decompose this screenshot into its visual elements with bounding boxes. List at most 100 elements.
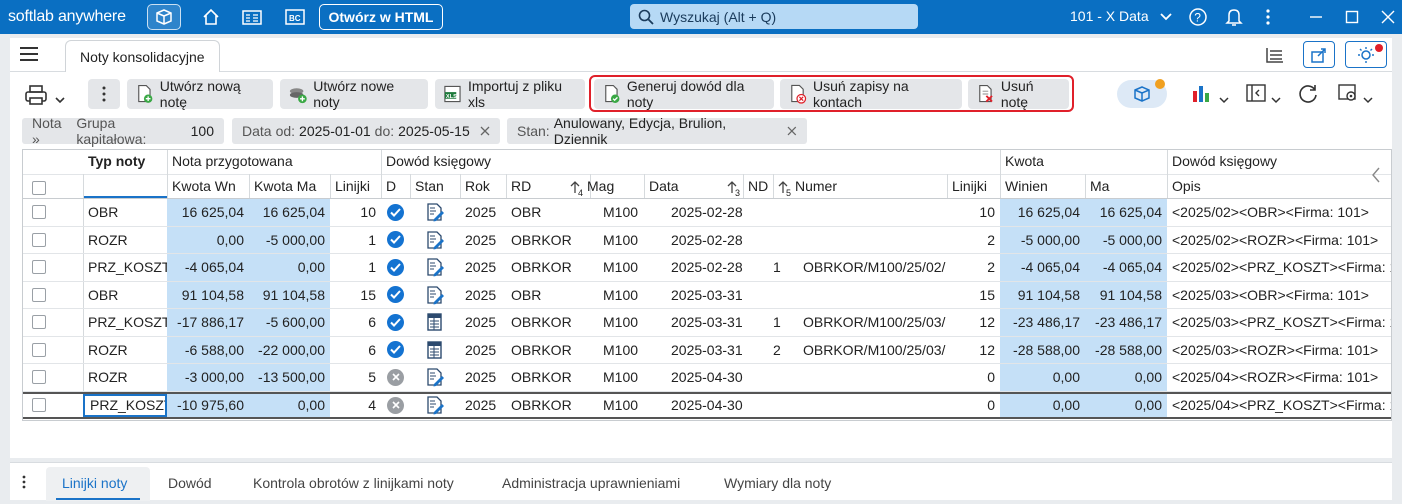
cell-winien[interactable]: -23 486,17 — [1000, 309, 1085, 336]
cell-numer[interactable] — [798, 227, 947, 254]
cell-typ-noty[interactable]: ROZR — [83, 337, 167, 364]
cell-rd[interactable]: OBRKOR — [506, 309, 590, 336]
column-numer[interactable]: Numer — [795, 178, 837, 194]
cell-rok[interactable]: 2025 — [460, 394, 506, 418]
remove-filter-icon[interactable] — [480, 126, 490, 136]
cell-numer[interactable]: OBRKOR/M100/25/03/ — [798, 309, 947, 336]
open-in-html-button[interactable]: Otwórz w HTML — [319, 4, 443, 30]
cell-linijki-2[interactable]: 15 — [947, 282, 1000, 309]
column-rd[interactable]: RD — [511, 178, 531, 194]
cube-view-icon[interactable] — [1117, 79, 1167, 108]
generate-proof-button[interactable]: Generuj dowód dla noty — [594, 78, 774, 110]
tab-dowod[interactable]: Dowód — [168, 475, 212, 491]
cell-typ-noty[interactable]: OBR — [83, 199, 167, 226]
cell-linijki-2[interactable]: 0 — [947, 394, 1000, 418]
cell-d[interactable] — [381, 227, 410, 254]
cell-kwota-ma[interactable]: -5 000,00 — [249, 226, 330, 253]
cell-numer[interactable]: OBRKOR/M100/25/03/ — [798, 337, 947, 364]
home-icon[interactable] — [197, 4, 225, 30]
select-all-checkbox[interactable] — [32, 181, 46, 195]
cell-rd[interactable]: OBRKOR — [506, 227, 590, 254]
tab-wymiary-dla-noty[interactable]: Wymiary dla noty — [724, 475, 831, 491]
cell-mag[interactable]: M100 — [598, 199, 652, 226]
cell-kwota-ma[interactable]: 91 104,58 — [249, 281, 330, 308]
cell-data[interactable]: 2025-02-28 — [666, 199, 743, 226]
delete-entries-button[interactable]: Usuń zapisy na kontach — [780, 78, 962, 110]
cell-stan[interactable] — [410, 309, 460, 336]
cell-stan[interactable] — [410, 364, 460, 391]
cell-mag[interactable]: M100 — [598, 254, 652, 281]
cube-icon[interactable] — [147, 4, 181, 30]
column-winien[interactable]: Winien — [1005, 178, 1048, 194]
remove-filter-icon[interactable] — [787, 126, 797, 136]
cell-numer[interactable] — [798, 199, 947, 226]
cell-typ-noty[interactable]: OBR — [83, 282, 167, 309]
minimize-icon[interactable] — [1302, 4, 1330, 30]
cell-opis[interactable]: <2025/04><ROZR><Firma: 101> — [1167, 364, 1391, 391]
cell-stan[interactable] — [410, 199, 460, 226]
list-view-icon[interactable] — [238, 4, 266, 30]
row-checkbox[interactable] — [32, 287, 46, 302]
more-vertical-icon[interactable] — [22, 475, 26, 492]
cell-nd[interactable]: 2 — [768, 337, 798, 364]
delete-note-button[interactable]: Usuń notę — [968, 78, 1069, 110]
cell-stan[interactable] — [410, 254, 460, 281]
cell-data[interactable]: 2025-04-30 — [666, 364, 743, 391]
row-checkbox[interactable] — [32, 232, 46, 247]
cell-winien[interactable]: 0,00 — [1000, 364, 1085, 391]
table-row[interactable]: ROZR -6 588,00 -22 000,00 6 2025 OBRKOR M100 20… — [23, 336, 1391, 364]
tab-administracja-uprawnieniami[interactable]: Administracja uprawnieniami — [502, 475, 680, 491]
cell-d[interactable] — [381, 254, 410, 281]
cell-typ-noty[interactable]: PRZ_KOSZT — [83, 309, 167, 336]
cell-typ-noty[interactable]: ROZR — [83, 364, 167, 391]
cell-rd[interactable]: OBRKOR — [506, 337, 590, 364]
settings-icon[interactable] — [1337, 82, 1359, 107]
row-select-cell[interactable] — [23, 337, 55, 364]
refresh-icon[interactable] — [1297, 82, 1319, 107]
column-opis[interactable]: Opis — [1172, 178, 1201, 194]
create-new-notes-button[interactable]: Utwórz nowe noty — [280, 78, 428, 110]
toolbar-more-button[interactable] — [88, 79, 120, 109]
column-linijki[interactable]: Linijki — [335, 178, 370, 194]
cell-nd[interactable] — [768, 364, 798, 391]
cell-rd[interactable]: OBRKOR — [506, 254, 590, 281]
row-checkbox[interactable] — [32, 315, 46, 330]
cell-mag[interactable]: M100 — [598, 227, 652, 254]
cell-winien[interactable]: -5 000,00 — [1000, 226, 1085, 253]
bell-icon[interactable] — [1220, 4, 1248, 30]
table-row[interactable]: PRZ_KOSZT -17 886,17 -5 600,00 6 2025 OBRKOR M… — [23, 309, 1391, 337]
row-select-cell[interactable] — [23, 199, 55, 226]
cell-ma[interactable]: -23 486,17 — [1085, 309, 1167, 336]
cell-opis[interactable]: <2025/02><ROZR><Firma: 101> — [1167, 227, 1391, 254]
cell-nd[interactable] — [768, 394, 798, 418]
row-checkbox[interactable] — [32, 342, 46, 357]
panel-toggle-icon[interactable] — [1245, 83, 1267, 106]
cell-opis[interactable]: <2025/03><PRZ_KOSZT><Firma: 1 — [1167, 309, 1391, 336]
cell-kwota-ma[interactable]: 0,00 — [249, 254, 330, 281]
row-select-cell[interactable] — [23, 309, 55, 336]
cell-mag[interactable]: M100 — [598, 394, 652, 418]
cell-stan[interactable] — [410, 227, 460, 254]
layout-list-icon[interactable] — [1265, 45, 1285, 68]
cell-mag[interactable]: M100 — [598, 364, 652, 391]
cell-winien[interactable]: 16 625,04 — [1000, 199, 1085, 226]
table-row[interactable]: PRZ_KOSZT -4 065,04 0,00 1 2025 OBRKOR M100 202… — [23, 254, 1391, 282]
chart-dropdown-chevron-icon[interactable] — [1219, 91, 1229, 107]
cell-rok[interactable]: 2025 — [460, 364, 506, 391]
cell-numer[interactable] — [798, 394, 947, 418]
scroll-columns-left-icon[interactable] — [1371, 167, 1381, 183]
cell-linijki[interactable]: 15 — [330, 282, 381, 309]
close-icon[interactable] — [1374, 4, 1402, 30]
search-input[interactable]: Wyszukaj (Alt + Q) — [630, 4, 918, 29]
table-row[interactable]: PRZ_KOSZT -10 975,60 0,00 4 2025 OBRKOR M100 20… — [23, 391, 1391, 419]
cell-linijki[interactable]: 6 — [330, 337, 381, 364]
filter-chip-group[interactable]: Nota » Grupa kapitałowa: 100 — [22, 115, 224, 147]
hamburger-menu-icon[interactable] — [20, 47, 38, 64]
table-row[interactable]: ROZR -3 000,00 -13 500,00 5 2025 OBRKOR M100 20… — [23, 364, 1391, 392]
help-icon[interactable]: ? — [1184, 4, 1212, 30]
cell-typ-noty[interactable]: ROZR — [83, 227, 167, 254]
filter-chip-status[interactable]: Stan: Anulowany, Edycja, Brulion, Dzienn… — [507, 115, 807, 147]
cell-kwota-ma[interactable]: 0,00 — [249, 393, 330, 417]
cell-ma[interactable]: 0,00 — [1085, 364, 1167, 391]
tab-kontrola-obrotow[interactable]: Kontrola obrotów z linijkami noty — [253, 475, 454, 491]
